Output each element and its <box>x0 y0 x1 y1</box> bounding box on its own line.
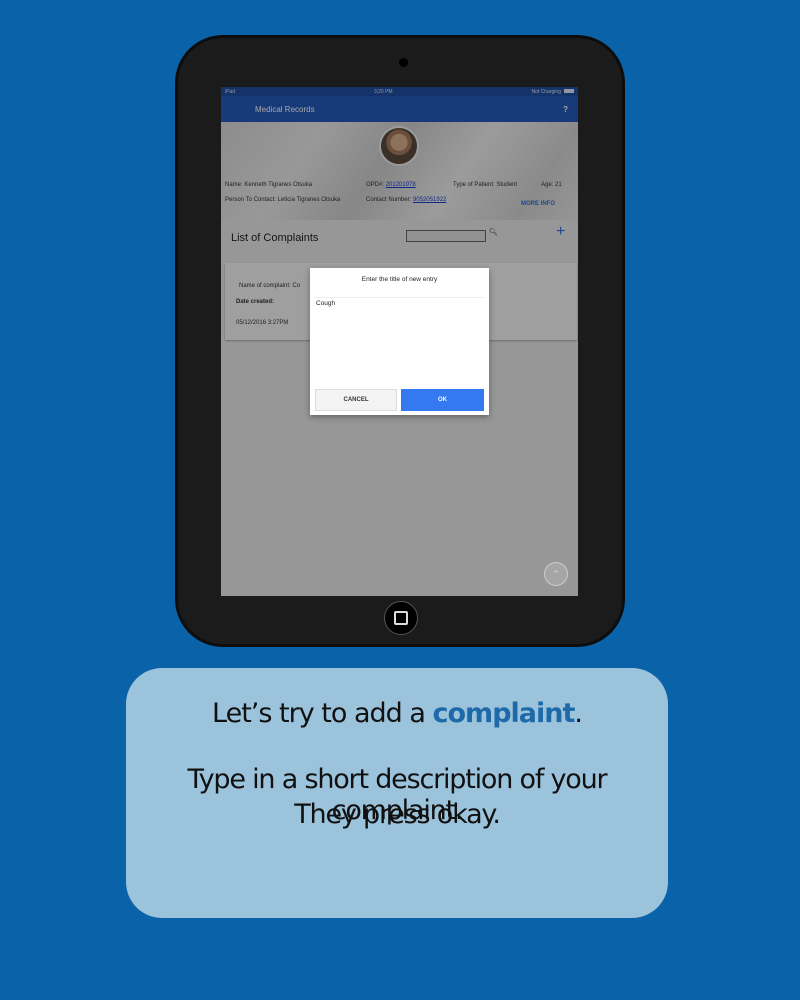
cancel-button[interactable]: CANCEL <box>315 389 397 411</box>
caption-line-3: They press okay. <box>294 799 501 830</box>
scroll-top-icon[interactable]: ⌃ <box>544 562 568 586</box>
caption-line-1: Let’s try to add a complaint. <box>126 698 668 729</box>
ok-button[interactable]: OK <box>401 389 484 411</box>
caption-highlight: complaint <box>432 698 576 729</box>
caption-suffix: . <box>574 698 583 729</box>
camera <box>399 58 408 67</box>
caption-prefix: Let’s try to add a <box>212 698 433 729</box>
app-screen: iPad 3:20 PM Not Charging Medical Record… <box>221 87 578 596</box>
entry-title-input[interactable]: Cough <box>314 297 485 381</box>
instruction-caption: Let’s try to add a complaint. Type in a … <box>126 668 668 918</box>
home-square-icon <box>394 611 408 625</box>
home-button[interactable] <box>384 601 418 635</box>
new-entry-dialog: Enter the title of new entry Cough CANCE… <box>310 268 489 415</box>
dialog-title: Enter the title of new entry <box>361 276 438 283</box>
